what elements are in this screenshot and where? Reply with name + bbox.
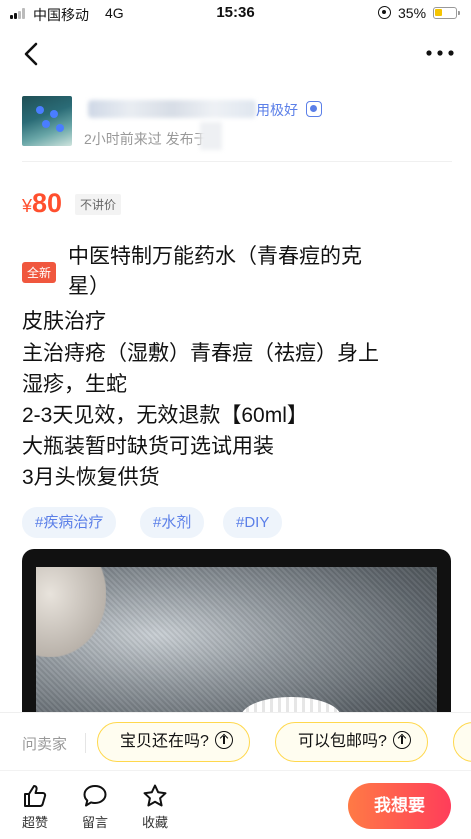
comment-bubble-icon xyxy=(83,785,107,807)
like-button[interactable]: 超赞 xyxy=(15,783,55,831)
quick-question-more[interactable] xyxy=(453,722,471,762)
status-bar: 中国移动 4G 15:36 35% xyxy=(0,0,471,26)
condition-badge: 全新 xyxy=(22,262,57,283)
seller-name-redacted[interactable] xyxy=(88,100,256,118)
quick-question-label: 可以包邮吗? xyxy=(298,733,387,750)
verified-badge-icon xyxy=(306,101,322,117)
product-title-line-2: 星） xyxy=(68,275,110,298)
seller-avatar[interactable] xyxy=(22,96,72,146)
no-bargain-tag: 不讲价 xyxy=(75,194,122,215)
battery-icon xyxy=(433,7,460,19)
thumbs-up-icon xyxy=(24,785,47,807)
ask-seller-label: 问卖家 xyxy=(22,736,68,753)
description-line: 3月头恢复供货 xyxy=(22,466,160,489)
arrow-up-circle-icon xyxy=(214,730,233,749)
back-button[interactable] xyxy=(18,40,46,68)
divider xyxy=(85,733,86,753)
redaction-block xyxy=(200,122,222,150)
tag-liquid[interactable]: #水剂 xyxy=(140,507,205,538)
bottom-action-bar: 超赞 留言 收藏 我想要 xyxy=(0,770,471,839)
battery-percent: 35% xyxy=(398,5,427,21)
photo-content xyxy=(36,567,437,729)
want-button[interactable]: 我想要 xyxy=(348,783,451,829)
ask-seller-bar: 问卖家 宝贝还在吗? 可以包邮吗? xyxy=(0,712,471,770)
description-line: 大瓶装暂时缺货可选试用装 xyxy=(22,435,274,458)
comment-label: 留言 xyxy=(81,815,108,830)
description-line: 湿疹，生蛇 xyxy=(22,373,127,396)
product-title-line-1: 中医特制万能药水（青春痘的克 xyxy=(68,245,362,268)
description-line: 2-3天见效，无效退款【60ml】 xyxy=(22,404,308,427)
seller-credit-tag: 用极好 xyxy=(256,102,298,118)
orientation-lock-icon xyxy=(378,6,391,19)
tag-diy[interactable]: #DIY xyxy=(223,507,283,538)
quick-question-label: 宝贝还在吗? xyxy=(120,733,209,750)
star-icon xyxy=(143,784,167,807)
product-photo[interactable] xyxy=(22,549,451,729)
description-line: 皮肤治疗 xyxy=(22,310,106,333)
chevron-left-icon xyxy=(24,42,38,66)
arrow-up-circle-icon xyxy=(392,730,411,749)
price-value: 80 xyxy=(32,188,63,218)
more-button[interactable] xyxy=(425,44,455,62)
like-label: 超赞 xyxy=(21,815,48,830)
favorite-label: 收藏 xyxy=(141,815,168,830)
more-dots-icon xyxy=(426,50,454,56)
price: ¥80 xyxy=(22,188,62,219)
description-line: 主治痔疮（湿敷）青春痘（祛痘）身上 xyxy=(22,342,379,365)
comment-button[interactable]: 留言 xyxy=(75,783,115,831)
favorite-button[interactable]: 收藏 xyxy=(135,783,175,831)
tag-disease-treatment[interactable]: #疾病治疗 xyxy=(22,507,117,538)
price-currency: ¥ xyxy=(22,196,33,216)
quick-question-still-available[interactable]: 宝贝还在吗? xyxy=(97,722,250,762)
quick-question-free-shipping[interactable]: 可以包邮吗? xyxy=(275,722,428,762)
seller-activity: 2小时前来过 发布于 xyxy=(84,131,208,147)
divider xyxy=(22,161,452,162)
